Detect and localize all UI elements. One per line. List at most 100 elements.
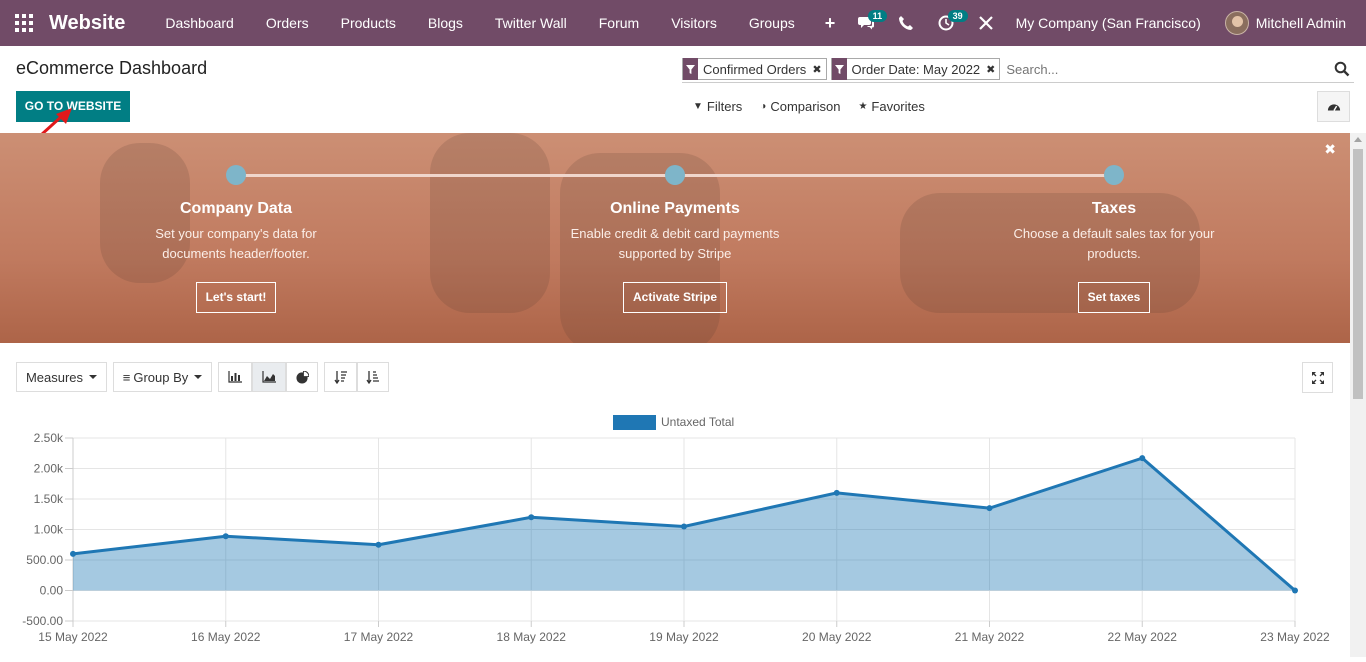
debug-tools-button[interactable] bbox=[966, 0, 1006, 46]
facet-label: Order Date: May 2022 bbox=[851, 61, 981, 77]
filters-dropdown[interactable]: ▼ Filters bbox=[693, 99, 742, 114]
dashboard-gauge-icon bbox=[1327, 103, 1340, 111]
set-taxes-button[interactable]: Set taxes bbox=[1077, 282, 1151, 313]
caret-down-icon bbox=[194, 375, 203, 379]
scrollbar[interactable] bbox=[1350, 133, 1366, 657]
onboarding-banner: ✖ Company Data Set your company's data f… bbox=[0, 133, 1350, 343]
apps-menu-icon[interactable] bbox=[0, 0, 48, 46]
nav-forum[interactable]: Forum bbox=[583, 0, 655, 46]
app-brand[interactable]: Website bbox=[49, 12, 125, 35]
y-tick-label: 1.50k bbox=[34, 492, 64, 506]
avatar bbox=[1224, 11, 1249, 35]
favorites-label: Favorites bbox=[871, 99, 925, 114]
y-tick-label: 2.00k bbox=[34, 462, 64, 476]
caret-down-icon bbox=[89, 375, 98, 379]
star-icon: ★ bbox=[858, 101, 868, 112]
filter-icon bbox=[683, 58, 698, 80]
banner-background-shape bbox=[430, 133, 550, 313]
lets-start-button[interactable]: Let's start! bbox=[195, 282, 277, 313]
step-description: Choose a default sales tax for your prod… bbox=[984, 224, 1244, 264]
user-menu[interactable]: Mitchell Admin bbox=[1224, 11, 1366, 35]
search-facet: Confirmed Orders ✖ bbox=[682, 58, 827, 80]
y-tick-label: 500.00 bbox=[26, 553, 63, 567]
data-point bbox=[681, 523, 687, 530]
activities-button[interactable]: 39 bbox=[926, 0, 968, 46]
bar-chart-button[interactable] bbox=[218, 362, 252, 392]
y-tick-label: 0.00 bbox=[40, 584, 64, 598]
add-menu-icon[interactable]: + bbox=[811, 13, 850, 34]
nav-dashboard[interactable]: Dashboard bbox=[149, 0, 250, 46]
step-description-line: products. bbox=[1087, 246, 1141, 261]
company-switcher[interactable]: My Company (San Francisco) bbox=[1006, 15, 1225, 31]
sort-ascending-button[interactable] bbox=[357, 362, 389, 392]
step-description-line: supported by Stripe bbox=[618, 246, 732, 261]
list-icon: ≡ bbox=[122, 369, 131, 385]
legend-label: Untaxed Total bbox=[661, 415, 734, 429]
x-tick-label: 19 May 2022 bbox=[649, 630, 719, 644]
step-description-line: Enable credit & debit card payments bbox=[570, 226, 780, 241]
chart-area: Untaxed Total 2.50k 2.00k 1.50k 1.00k 500.00 0… bbox=[0, 405, 1350, 657]
x-tick-label: 23 May 2022 bbox=[1260, 630, 1330, 644]
sort-ascending-icon bbox=[366, 371, 379, 384]
facet-remove-icon[interactable]: ✖ bbox=[986, 63, 999, 76]
group-by-dropdown[interactable]: ≡ Group By bbox=[113, 362, 212, 392]
facet-label: Confirmed Orders bbox=[703, 61, 807, 77]
data-point bbox=[222, 533, 229, 540]
data-point bbox=[70, 550, 76, 557]
data-point bbox=[1139, 455, 1146, 462]
data-point bbox=[833, 489, 840, 496]
line-chart-button[interactable] bbox=[252, 362, 286, 392]
messages-button[interactable]: 11 bbox=[846, 0, 888, 46]
step-title: Online Payments bbox=[610, 200, 740, 217]
x-tick-label: 20 May 2022 bbox=[802, 630, 872, 644]
line-chart: Untaxed Total 2.50k 2.00k 1.50k 1.00k 500.00 0… bbox=[22, 415, 1330, 644]
phone-icon bbox=[898, 16, 913, 30]
search-input[interactable] bbox=[1004, 58, 1334, 80]
expand-button[interactable] bbox=[1302, 362, 1333, 393]
nav-twitter-wall[interactable]: Twitter Wall bbox=[479, 0, 583, 46]
scroll-up-arrow-icon[interactable] bbox=[1354, 137, 1362, 142]
facet-remove-icon[interactable]: ✖ bbox=[812, 63, 825, 76]
nav-blogs[interactable]: Blogs bbox=[412, 0, 479, 46]
y-tick-label: -500.00 bbox=[22, 614, 63, 628]
group-by-label: Group By bbox=[133, 369, 189, 385]
messages-badge: 11 bbox=[867, 10, 888, 22]
step-description: Enable credit & debit card payments supp… bbox=[545, 224, 805, 264]
nav-groups[interactable]: Groups bbox=[733, 0, 811, 46]
sort-descending-button[interactable] bbox=[324, 362, 357, 392]
step-description-line: documents header/footer. bbox=[162, 246, 310, 261]
step-company-data: Company Data Set your company's data for… bbox=[106, 200, 366, 313]
data-point bbox=[1292, 587, 1298, 594]
x-tick-label: 17 May 2022 bbox=[344, 630, 414, 644]
sort-descending-icon bbox=[333, 371, 347, 384]
step-description: Set your company's data for documents he… bbox=[106, 224, 366, 264]
phone-button[interactable] bbox=[886, 0, 926, 46]
nav-orders[interactable]: Orders bbox=[250, 0, 325, 46]
activate-stripe-button[interactable]: Activate Stripe bbox=[622, 282, 728, 313]
search-icon[interactable] bbox=[1334, 61, 1350, 77]
filter-icon bbox=[831, 58, 847, 80]
nav-products[interactable]: Products bbox=[325, 0, 412, 46]
x-tick-label: 18 May 2022 bbox=[497, 630, 567, 644]
favorites-dropdown[interactable]: ★ Favorites bbox=[858, 99, 924, 114]
pie-chart-icon bbox=[295, 370, 309, 384]
comparison-dropdown[interactable]: ◑ Comparison bbox=[760, 99, 840, 114]
page-title: eCommerce Dashboard bbox=[16, 58, 208, 78]
measures-dropdown[interactable]: Measures bbox=[16, 362, 107, 392]
measures-label: Measures bbox=[25, 369, 84, 385]
pie-chart-button[interactable] bbox=[286, 362, 318, 392]
nav-visitors[interactable]: Visitors bbox=[655, 0, 733, 46]
close-banner-icon[interactable]: ✖ bbox=[1324, 141, 1336, 158]
step-title: Taxes bbox=[1091, 200, 1137, 217]
filter-icon: ▼ bbox=[693, 101, 703, 112]
x-tick-label: 15 May 2022 bbox=[38, 630, 108, 644]
tools-icon bbox=[978, 16, 993, 30]
expand-icon bbox=[1311, 371, 1324, 384]
x-tick-label: 21 May 2022 bbox=[955, 630, 1025, 644]
dashboard-view-button[interactable] bbox=[1317, 91, 1350, 122]
top-navbar: Website Dashboard Orders Products Blogs … bbox=[0, 0, 1366, 46]
y-tick-label: 2.50k bbox=[34, 431, 64, 445]
step-description-line: Choose a default sales tax for your bbox=[1013, 226, 1215, 241]
data-point bbox=[375, 541, 382, 548]
scroll-thumb[interactable] bbox=[1353, 149, 1363, 399]
